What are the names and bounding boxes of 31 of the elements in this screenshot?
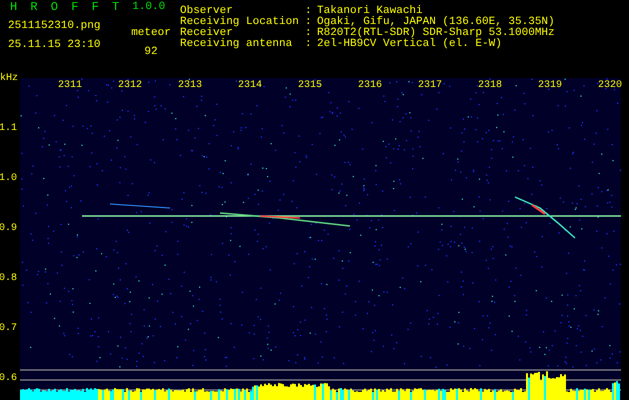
x-axis-label: 2319	[536, 81, 562, 91]
app-title: H R O F F T	[10, 2, 122, 13]
info-value: R820T2(RTL-SDR) SDR-Sharp 53.1000MHz	[317, 28, 555, 39]
x-axis-label: 2314	[236, 81, 262, 91]
x-axis-label: 2312	[116, 81, 142, 91]
info-separator: :	[305, 39, 313, 50]
info-label: Observer	[180, 6, 233, 17]
x-axis-label: 2311	[56, 81, 82, 91]
info-value: Ogaki, Gifu, JAPAN (136.60E, 35.35N)	[317, 17, 555, 28]
x-axis-label: 2315	[296, 81, 322, 91]
meteor-count: 92	[144, 47, 158, 58]
version-label: 1.0.0	[132, 2, 166, 13]
datetime-label: 25.11.15 23:10	[8, 40, 102, 51]
y-axis-label: 1.1	[0, 124, 17, 134]
info-label: Receiver	[180, 28, 233, 39]
meteor-label: meteor	[131, 28, 171, 39]
x-axis-label: 2318	[476, 81, 502, 91]
info-separator: :	[305, 17, 313, 28]
info-label: Receiving Location	[180, 17, 300, 28]
info-label: Receiving antenna	[180, 39, 294, 50]
x-axis-label: 2313	[176, 81, 202, 91]
y-axis-label: 1.0	[0, 174, 17, 184]
x-axis-label: 2316	[356, 81, 382, 91]
info-value: 2el-HB9CV Vertical (el. E-W)	[317, 39, 502, 50]
filename-label: 2511152310.png	[8, 21, 102, 32]
x-axis-label: 2320	[596, 81, 622, 91]
info-separator: :	[305, 6, 313, 17]
axis-unit-label: kHz	[0, 74, 18, 84]
x-axis-label: 2317	[416, 81, 442, 91]
info-value: Takanori Kawachi	[317, 6, 423, 17]
info-separator: :	[305, 28, 313, 39]
